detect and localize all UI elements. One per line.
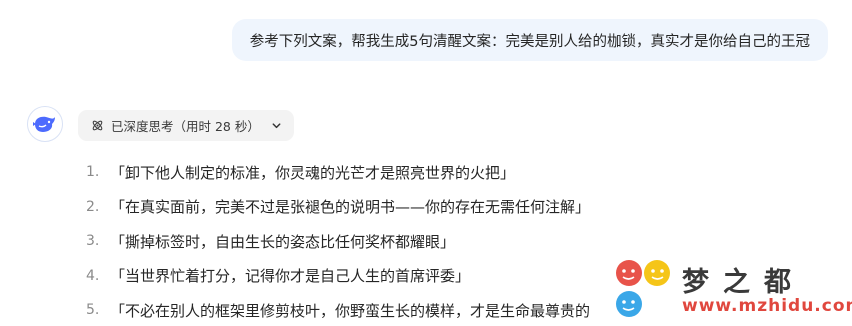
list-item: 2. 「在真实面前，完美不过是张褪色的说明书——你的存在无需任何注解」 [86, 190, 590, 225]
atom-icon [92, 120, 103, 131]
list-item: 5. 「不必在别人的框架里修剪枝叶，你野蛮生长的模样，才是生命最尊贵的 [86, 293, 590, 326]
site-watermark: 梦之都 www.mzhidu.com [612, 258, 852, 326]
list-item-text: 「当世界忙着打分，记得你才是自己人生的首席评委」 [110, 267, 471, 286]
list-item-text: 「卸下他人制定的标准，你灵魂的光芒才是照亮世界的火把」 [110, 163, 516, 182]
whale-icon [33, 116, 55, 132]
user-message-bubble: 参考下列文案，帮我生成5句清醒文案：完美是别人给的枷锁，真实才是你给自己的王冠 [231, 19, 828, 61]
watermark-url: www.mzhidu.com [682, 296, 852, 316]
watermark-logo-icon [616, 260, 670, 317]
chevron-down-icon [272, 123, 281, 129]
list-item-number: 3. [86, 233, 100, 250]
list-item: 3. 「撕掉标签时，自由生长的姿态比任何奖杯都耀眼」 [86, 224, 590, 259]
list-item: 1. 「卸下他人制定的标准，你灵魂的光芒才是照亮世界的火把」 [86, 155, 590, 190]
list-item-number: 4. [86, 267, 100, 284]
chat-page: 参考下列文案，帮我生成5句清醒文案：完美是别人给的枷锁，真实才是你给自己的王冠 … [0, 0, 852, 326]
watermark-name: 梦之都 [682, 267, 805, 298]
list-item-number: 2. [86, 198, 100, 215]
list-item: 4. 「当世界忙着打分，记得你才是自己人生的首席评委」 [86, 259, 590, 294]
list-item-text: 「撕掉标签时，自由生长的姿态比任何奖杯都耀眼」 [110, 232, 456, 251]
assistant-avatar [27, 106, 63, 142]
thinking-label: 已深度思考（用时 28 秒） [111, 119, 260, 134]
list-item-number: 1. [86, 164, 100, 181]
list-item-text: 「不必在别人的框架里修剪枝叶，你野蛮生长的模样，才是生命最尊贵的 [110, 301, 591, 320]
list-item-text: 「在真实面前，完美不过是张褪色的说明书——你的存在无需任何注解」 [110, 198, 591, 217]
deep-thinking-toggle[interactable]: 已深度思考（用时 28 秒） [78, 110, 294, 141]
list-item-number: 5. [86, 302, 100, 319]
user-message-text: 参考下列文案，帮我生成5句清醒文案：完美是别人给的枷锁，真实才是你给自己的王冠 [249, 33, 810, 50]
answer-list: 1. 「卸下他人制定的标准，你灵魂的光芒才是照亮世界的火把」 2. 「在真实面前… [86, 155, 590, 326]
